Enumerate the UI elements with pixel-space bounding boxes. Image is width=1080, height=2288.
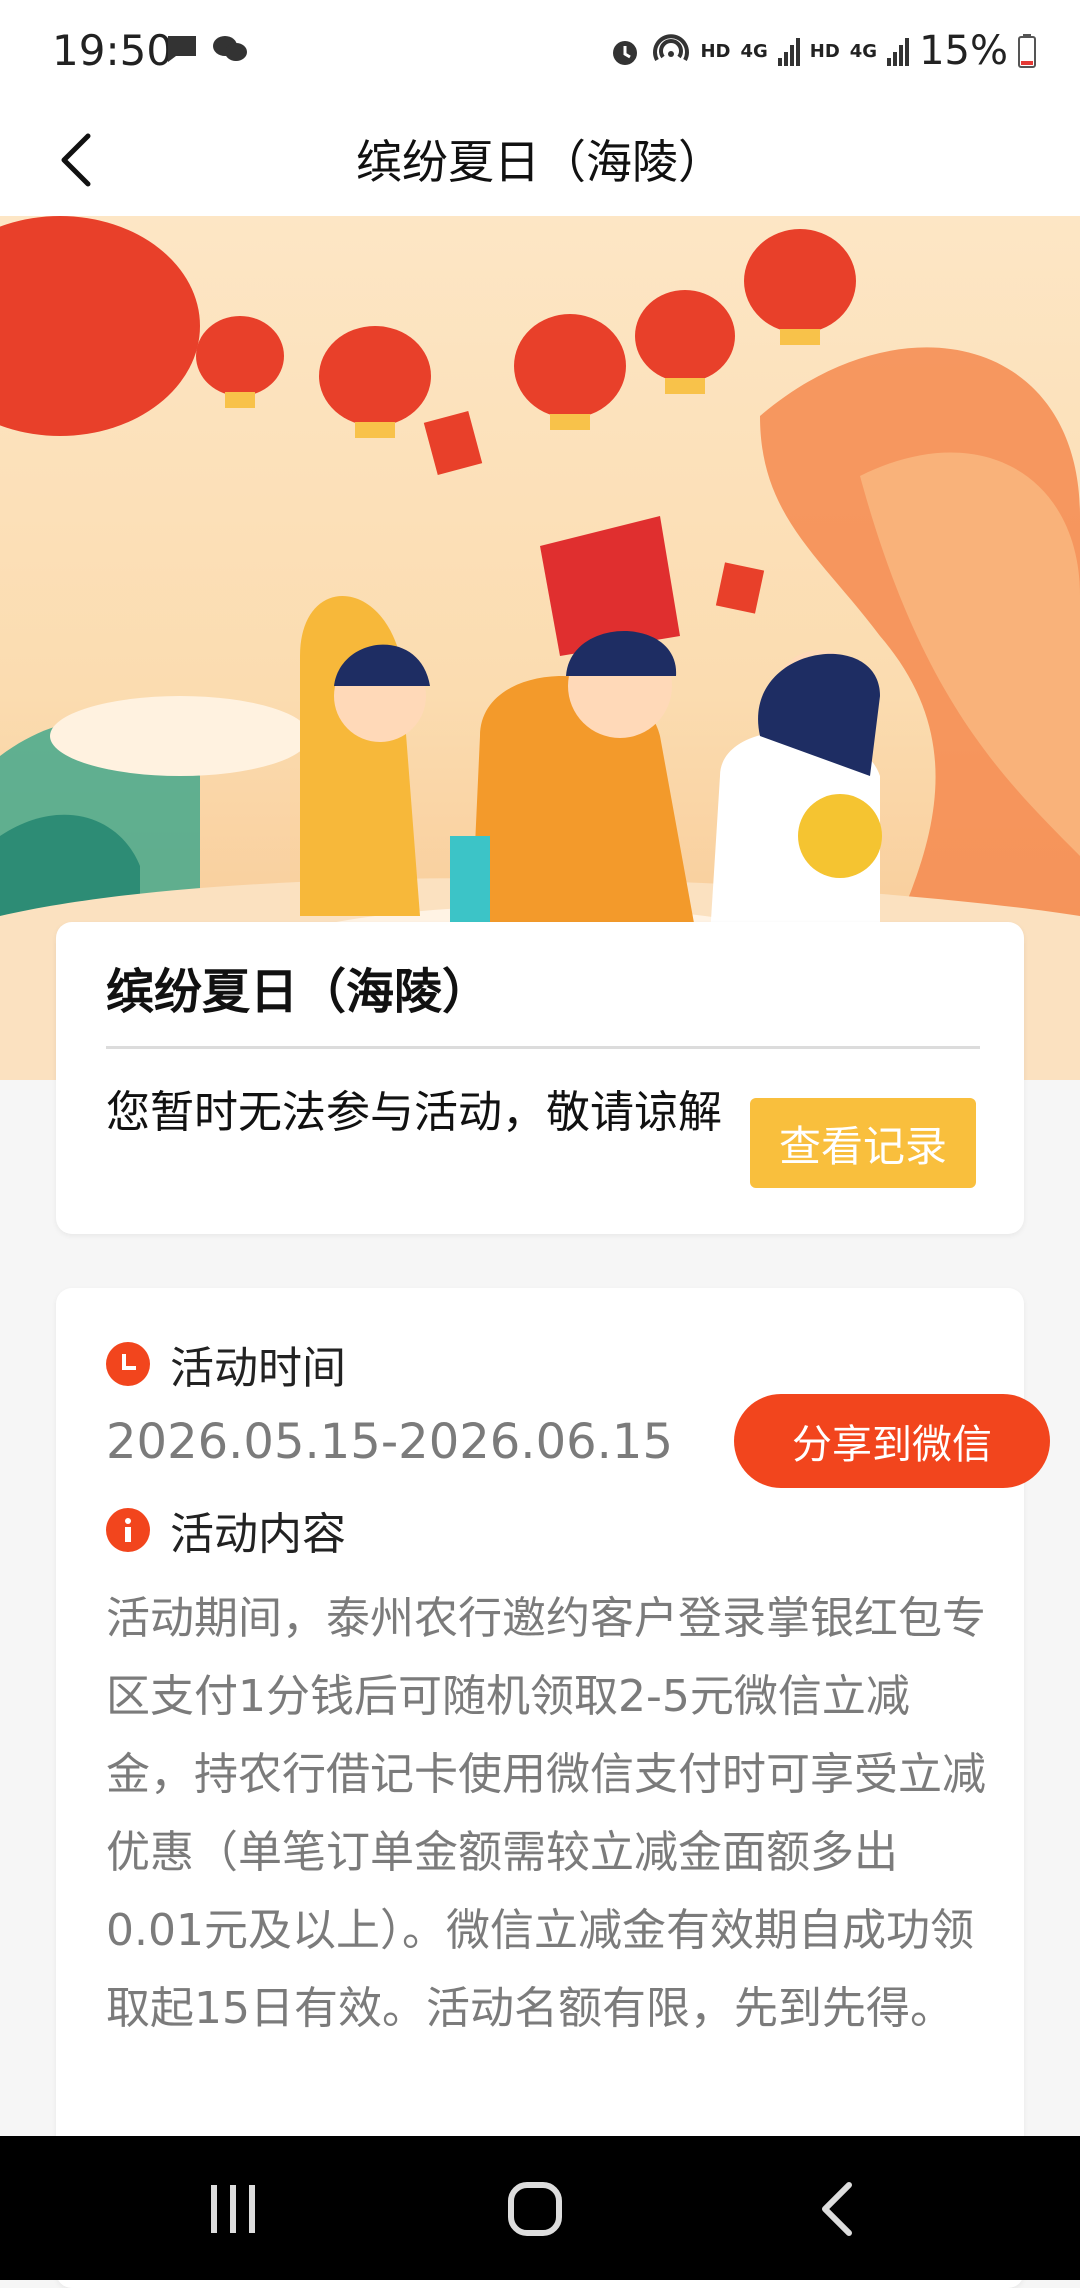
alarm-icon xyxy=(613,41,638,65)
hotspot-icon xyxy=(653,34,690,61)
page-title: 缤纷夏日（海陵） xyxy=(356,135,724,189)
activity-time-heading: 活动时间 xyxy=(106,1332,346,1396)
notification-icons xyxy=(166,34,248,64)
message-icon xyxy=(168,36,196,62)
home-button[interactable] xyxy=(480,2164,590,2254)
status-bar: 19:50 HD 4G HD 4G 15% xyxy=(0,0,1080,100)
back-icon xyxy=(822,2182,852,2236)
share-to-wechat-button[interactable]: 分享到微信 xyxy=(734,1394,1050,1488)
clock-icon xyxy=(106,1342,150,1386)
info-icon xyxy=(106,1508,150,1552)
activity-description: 活动期间，泰州农行邀约客户登录掌银红包专区支付1分钱后可随机领取2-5元微信立减… xyxy=(106,1593,986,2034)
network-label-2: 4G xyxy=(849,40,878,62)
signal-icon xyxy=(887,38,910,66)
hd-label-2: HD xyxy=(809,40,840,62)
status-time: 19:50 xyxy=(52,26,174,75)
card-title: 缤纷夏日（海陵） xyxy=(106,964,491,1020)
activity-time-label: 活动时间 xyxy=(170,1343,346,1394)
system-back-button[interactable] xyxy=(784,2164,894,2254)
divider xyxy=(106,1046,980,1049)
network-label-1: 4G xyxy=(740,40,768,62)
system-navigation-bar xyxy=(0,2136,1080,2280)
activity-content-heading: 活动内容 xyxy=(106,1498,346,1562)
hd-label-1: HD xyxy=(700,40,731,62)
status-right: HD 4G HD 4G 15% xyxy=(608,28,1036,74)
participation-status-card: 缤纷夏日（海陵） 您暂时无法参与活动，敬请谅解 查看记录 xyxy=(56,922,1024,1234)
nav-bar: 缤纷夏日（海陵） xyxy=(0,100,1080,216)
battery-icon xyxy=(1018,34,1036,68)
recent-apps-button[interactable] xyxy=(178,2164,288,2254)
wechat-icon xyxy=(213,36,247,61)
recent-apps-icon xyxy=(211,2185,255,2233)
home-icon xyxy=(508,2182,562,2236)
activity-content-label: 活动内容 xyxy=(170,1509,346,1560)
activity-date-range: 2026.05.15-2026.06.15 xyxy=(106,1414,673,1470)
signal-icon xyxy=(777,38,800,66)
battery-percent: 15% xyxy=(919,28,1008,74)
view-records-button[interactable]: 查看记录 xyxy=(750,1098,976,1188)
ineligible-message: 您暂时无法参与活动，敬请谅解 xyxy=(106,1087,722,1138)
